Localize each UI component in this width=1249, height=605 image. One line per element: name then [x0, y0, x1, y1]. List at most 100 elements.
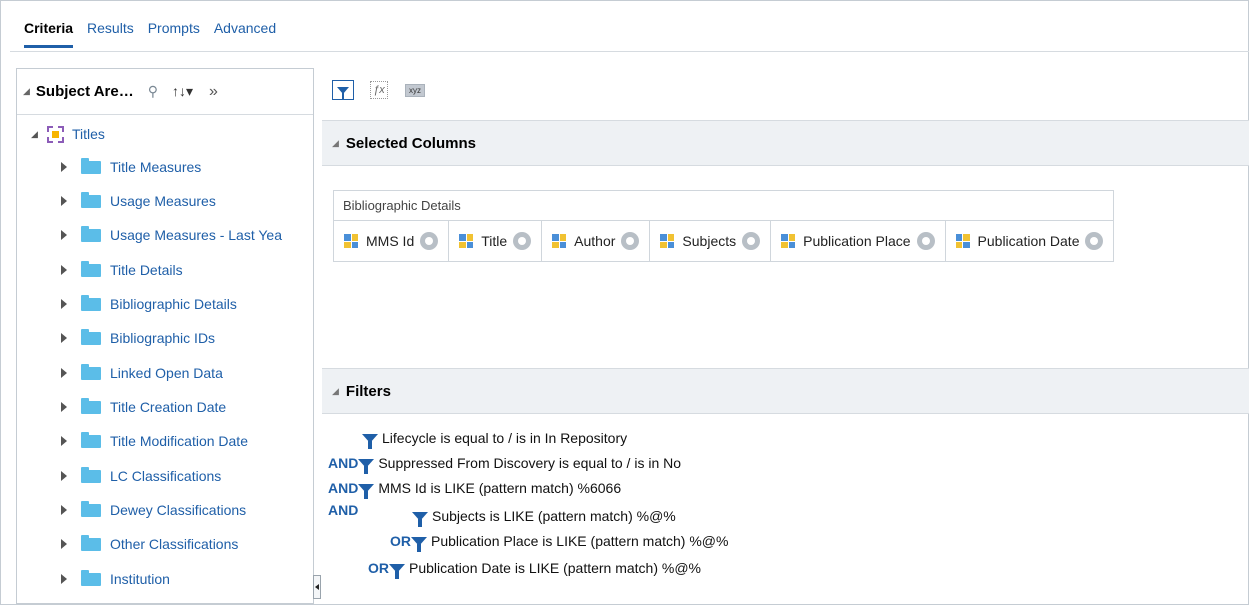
- folder-label: Bibliographic IDs: [110, 330, 216, 346]
- expand-triangle-icon[interactable]: [61, 368, 67, 378]
- tree-folder-item[interactable]: Usage Measures - Last Yea: [61, 224, 282, 246]
- filter-icon: [358, 458, 375, 474]
- more-chevron-icon[interactable]: »: [209, 83, 218, 101]
- formula-button[interactable]: ƒx: [368, 80, 390, 100]
- xyz-button[interactable]: xyz: [404, 80, 426, 100]
- filter-row[interactable]: Lifecycle is equal to / is in In Reposit…: [362, 428, 627, 449]
- column-icon: [955, 234, 970, 248]
- column-cell[interactable]: Author: [542, 221, 651, 261]
- tree-folder-item[interactable]: Institution: [61, 568, 170, 590]
- folder-icon: [81, 431, 101, 448]
- gear-icon[interactable]: [742, 232, 761, 250]
- gear-icon[interactable]: [621, 232, 640, 250]
- column-icon: [552, 234, 567, 248]
- tree-folder-item[interactable]: Other Classifications: [61, 533, 238, 555]
- filter-operator[interactable]: AND: [328, 455, 358, 471]
- folder-label: Title Creation Date: [110, 399, 227, 415]
- column-icon: [459, 234, 474, 248]
- tab-prompts[interactable]: Prompts: [148, 20, 200, 42]
- filter-button[interactable]: [332, 80, 354, 100]
- tree-folder-item[interactable]: Dewey Classifications: [61, 499, 246, 521]
- filters-header[interactable]: ◢ Filters: [322, 368, 1249, 414]
- collapse-triangle-icon[interactable]: ◢: [332, 386, 339, 397]
- sort-icon[interactable]: ↑↓▾: [172, 83, 193, 100]
- expand-triangle-icon[interactable]: [61, 162, 67, 172]
- subject-areas-pane: ◢ Subject Are… ⚲ ↑↓▾ » ◢ Titles Title Me…: [16, 68, 314, 604]
- gear-icon[interactable]: [420, 232, 439, 250]
- expand-triangle-icon[interactable]: [61, 333, 67, 343]
- collapse-triangle-icon[interactable]: ◢: [332, 138, 339, 149]
- tree-folder-item[interactable]: Title Creation Date: [61, 396, 226, 418]
- folder-label: Title Measures: [110, 159, 202, 175]
- expand-triangle-icon[interactable]: [61, 436, 67, 446]
- expand-triangle-icon[interactable]: [61, 230, 67, 240]
- folder-icon: [81, 569, 101, 586]
- filter-operator[interactable]: AND: [328, 480, 358, 496]
- column-cell[interactable]: Publication Date: [946, 221, 1114, 261]
- expanded-triangle-icon[interactable]: ◢: [31, 129, 45, 140]
- filter-row[interactable]: AND Suppressed From Discovery is equal t…: [328, 453, 681, 474]
- filter-icon: [389, 563, 405, 579]
- subject-areas-title: Subject Are…: [35, 83, 134, 100]
- tree-folder-item[interactable]: Bibliographic IDs: [61, 327, 215, 349]
- filter-row[interactable]: Subjects is LIKE (pattern match) %@%: [412, 506, 676, 527]
- filter-operator[interactable]: OR: [390, 533, 411, 549]
- column-cell[interactable]: Title: [449, 221, 543, 261]
- folder-label: Usage Measures - Last Yea: [110, 227, 282, 243]
- tree-folder-item[interactable]: Title Details: [61, 259, 183, 281]
- filter-text[interactable]: Subjects is LIKE (pattern match) %@%: [432, 508, 676, 524]
- expand-triangle-icon[interactable]: [61, 505, 67, 515]
- column-icon: [344, 234, 358, 248]
- tree-folder-item[interactable]: Bibliographic Details: [61, 293, 237, 315]
- tree-folder-item[interactable]: Title Modification Date: [61, 430, 248, 452]
- expand-triangle-icon[interactable]: [61, 471, 67, 481]
- filter-group-row[interactable]: AND: [328, 500, 358, 520]
- column-name: Publication Place: [803, 233, 911, 249]
- column-name: Title: [481, 233, 508, 249]
- tree-folder-item[interactable]: Linked Open Data: [61, 362, 223, 384]
- filter-text[interactable]: MMS Id is LIKE (pattern match) %6066: [378, 480, 621, 496]
- filter-text[interactable]: Publication Date is LIKE (pattern match)…: [409, 560, 701, 576]
- tab-results[interactable]: Results: [87, 20, 134, 42]
- criteria-toolbar: ƒx xyz: [332, 80, 426, 100]
- collapse-triangle-icon[interactable]: ◢: [23, 86, 30, 97]
- tab-divider: [10, 51, 1249, 52]
- expand-triangle-icon[interactable]: [61, 574, 67, 584]
- column-cell[interactable]: Subjects: [650, 221, 772, 261]
- folder-icon: [81, 500, 101, 517]
- expand-triangle-icon[interactable]: [61, 539, 67, 549]
- filter-row[interactable]: OR Publication Date is LIKE (pattern mat…: [368, 558, 701, 579]
- tree-root-titles[interactable]: ◢ Titles: [31, 123, 105, 145]
- tab-advanced[interactable]: Advanced: [214, 20, 276, 42]
- column-group-caption: Bibliographic Details: [334, 191, 1114, 221]
- filter-operator[interactable]: OR: [368, 560, 389, 576]
- filter-text[interactable]: Suppressed From Discovery is equal to / …: [378, 455, 681, 471]
- expand-triangle-icon[interactable]: [61, 299, 67, 309]
- filter-icon: [358, 483, 375, 499]
- expand-triangle-icon[interactable]: [61, 196, 67, 206]
- filter-operator[interactable]: AND: [328, 502, 358, 518]
- tree-folder-item[interactable]: Usage Measures: [61, 190, 216, 212]
- gear-icon[interactable]: [916, 232, 935, 250]
- folder-label: Title Modification Date: [110, 433, 248, 449]
- pane-collapse-splitter[interactable]: [313, 575, 321, 599]
- gear-icon[interactable]: [513, 232, 532, 250]
- column-cell[interactable]: Publication Place: [771, 221, 946, 261]
- tree-folder-item[interactable]: LC Classifications: [61, 465, 221, 487]
- filter-text[interactable]: Publication Place is LIKE (pattern match…: [431, 533, 728, 549]
- gear-icon[interactable]: [1085, 232, 1104, 250]
- column-icon: [781, 234, 796, 248]
- tree-folder-item[interactable]: Title Measures: [61, 156, 201, 178]
- formula-icon: ƒx: [370, 81, 388, 99]
- column-cell[interactable]: MMS Id: [334, 221, 450, 261]
- search-icon[interactable]: ⚲: [148, 83, 158, 100]
- selected-columns-header[interactable]: ◢ Selected Columns: [322, 120, 1249, 166]
- expand-triangle-icon[interactable]: [61, 265, 67, 275]
- tab-criteria[interactable]: Criteria: [24, 20, 74, 48]
- filter-text[interactable]: Lifecycle is equal to / is in In Reposit…: [382, 430, 627, 446]
- filter-row[interactable]: AND MMS Id is LIKE (pattern match) %6066: [328, 478, 621, 499]
- filter-row[interactable]: OR Publication Place is LIKE (pattern ma…: [390, 531, 728, 552]
- folder-label: Title Details: [110, 262, 183, 278]
- expand-triangle-icon[interactable]: [61, 402, 67, 412]
- folder-label: Dewey Classifications: [110, 502, 247, 518]
